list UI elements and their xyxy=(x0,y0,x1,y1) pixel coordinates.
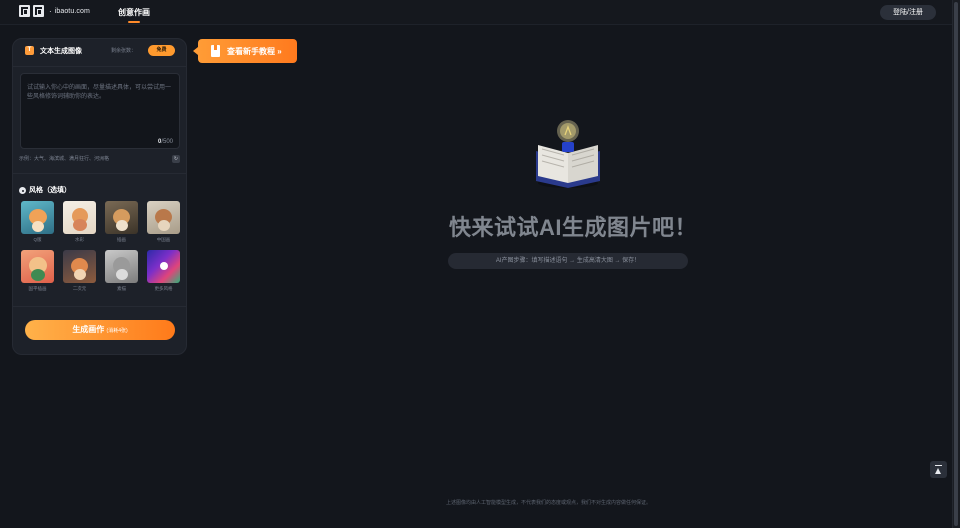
example-prompts[interactable]: 示例：大气、海滨城、满月狂行、河洲格 xyxy=(19,155,109,162)
style-label: 素描 xyxy=(117,286,126,291)
disclaimer-note: 上述图像均由人工智能模型生成，不代表我们的态度或观点，我们不对生成内容做任何保证… xyxy=(446,500,652,506)
logo-tu-icon xyxy=(33,5,44,17)
nav-tab-active-indicator xyxy=(128,21,140,23)
page-scrollbar-thumb[interactable] xyxy=(954,2,958,526)
style-thumb-watercolor xyxy=(63,201,96,234)
logo-domain: ibaotu.com xyxy=(54,7,90,15)
style-option-watercolor[interactable]: 水彩 xyxy=(63,201,96,243)
login-register-button[interactable]: 登陆/注册 xyxy=(880,5,936,20)
back-to-top-button[interactable] xyxy=(930,461,947,478)
prompt-input[interactable]: 试试输入你心中的画面，尽量描述具体，可以尝试用一些风格修饰词辅助你的表达。 0/… xyxy=(20,73,180,149)
style-thumb-flat-illustration xyxy=(21,250,54,283)
nav-tab-creative-painting[interactable]: 创意作画 xyxy=(118,7,150,18)
palette-icon xyxy=(19,186,26,194)
top-bar: · ibaotu.com 创意作画 登陆/注册 xyxy=(0,0,952,25)
site-logo[interactable]: · ibaotu.com xyxy=(19,5,90,17)
style-label: 水彩 xyxy=(75,237,84,242)
book-lightbulb-illustration xyxy=(536,120,600,188)
char-limit: /500 xyxy=(161,139,173,145)
style-option-chinese-painting[interactable]: 中国画 xyxy=(147,201,180,243)
bookmark-book-icon xyxy=(211,45,220,57)
text-t-icon: T xyxy=(25,46,34,55)
free-badge: 免费 xyxy=(148,45,175,56)
style-section-header: 风格（选填） xyxy=(19,185,71,195)
style-option-more[interactable]: 更多风格 xyxy=(147,250,180,292)
style-option-anime[interactable]: 二次元 xyxy=(63,250,96,292)
style-section-title: 风格（选填） xyxy=(29,187,71,194)
style-thumb-chinese-painting xyxy=(147,201,180,234)
generate-button[interactable]: 生成画作 (消耗4张) xyxy=(25,320,175,340)
generate-label: 生成画作 xyxy=(72,325,105,334)
palette-icon xyxy=(160,262,168,270)
logo-separator: · xyxy=(49,6,52,16)
style-label: Q版 xyxy=(33,237,42,242)
style-thumb-illustration xyxy=(105,201,138,234)
generation-steps: AI产图步骤：填写描述语句 → 生成高清大图 → 保存！ xyxy=(448,253,688,269)
refresh-examples-button[interactable]: ↻ xyxy=(172,155,180,163)
style-thumb-q xyxy=(21,201,54,234)
style-thumb-sketch xyxy=(105,250,138,283)
style-option-illustration[interactable]: 插画 xyxy=(105,201,138,243)
style-option-q[interactable]: Q版 xyxy=(21,201,54,243)
char-counter: 0/500 xyxy=(158,139,173,145)
text-to-image-panel: T 文本生成图像 剩余张数： 免费 试试输入你心中的画面，尽量描述具体，可以尝试… xyxy=(12,38,187,355)
style-option-flat-illustration[interactable]: 国平插画 xyxy=(21,250,54,292)
tutorial-button[interactable]: 查看新手教程 » xyxy=(193,39,297,63)
tutorial-label: 查看新手教程 » xyxy=(227,47,282,56)
remaining-count-label: 剩余张数： xyxy=(111,48,137,54)
prompt-placeholder: 试试输入你心中的画面，尽量描述具体，可以尝试用一些风格修饰词辅助你的表达。 xyxy=(27,85,172,100)
style-option-sketch[interactable]: 素描 xyxy=(105,250,138,292)
hero-title: 快来试试AI生成图片吧！ xyxy=(449,215,698,240)
style-thumb-more xyxy=(147,250,180,283)
divider xyxy=(13,173,186,174)
panel-title: 文本生成图像 xyxy=(40,48,82,55)
style-thumb-anime xyxy=(63,250,96,283)
generate-cost-note: (消耗4张) xyxy=(106,328,128,334)
panel-header: T 文本生成图像 剩余张数： 免费 xyxy=(13,39,186,63)
style-label: 插画 xyxy=(117,237,126,242)
style-label: 中国画 xyxy=(156,237,171,242)
style-label: 更多风格 xyxy=(154,286,173,291)
style-label: 二次元 xyxy=(72,286,87,291)
divider xyxy=(13,66,186,67)
divider xyxy=(13,306,186,307)
style-label: 国平插画 xyxy=(28,286,47,291)
logo-bao-icon xyxy=(19,5,30,17)
